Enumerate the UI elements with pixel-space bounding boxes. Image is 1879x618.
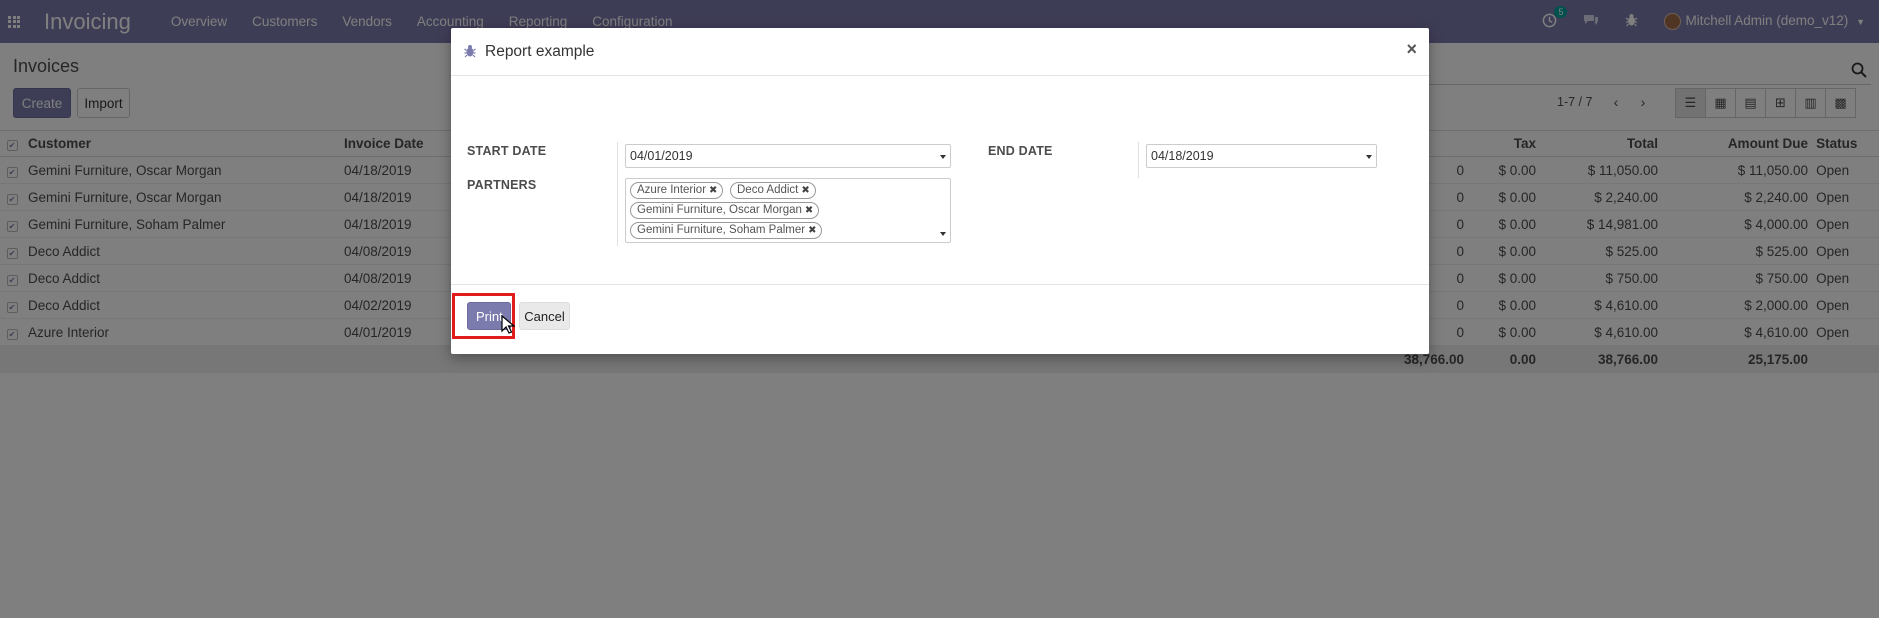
chevron-down-icon[interactable] [940, 155, 946, 159]
partner-tag-label: Azure Interior [637, 184, 707, 196]
partner-tag[interactable]: Azure Interior ✖ [630, 182, 724, 199]
partner-tag[interactable]: Deco Addict ✖ [730, 182, 816, 199]
remove-tag-icon[interactable]: ✖ [709, 185, 717, 196]
end-date-label: END DATE [988, 144, 1053, 158]
partner-tag[interactable]: Gemini Furniture, Soham Palmer ✖ [630, 222, 823, 239]
start-date-label: START DATE [467, 144, 547, 158]
dialog-title: Report example [485, 43, 595, 60]
partner-tag-label: Gemini Furniture, Soham Palmer [637, 224, 806, 236]
divider [617, 176, 618, 246]
remove-tag-icon[interactable]: ✖ [801, 185, 809, 196]
bug-icon [464, 45, 476, 58]
remove-tag-icon[interactable]: ✖ [805, 205, 813, 216]
partners-field[interactable]: Azure Interior ✖ Deco Addict ✖ Gemini Furn… [625, 178, 951, 243]
chevron-down-icon[interactable] [940, 232, 946, 236]
partner-tag[interactable]: Gemini Furniture, Oscar Morgan ✖ [630, 202, 820, 219]
start-date-value: 04/01/2019 [630, 149, 693, 163]
mouse-cursor-icon [501, 315, 515, 334]
end-date-value: 04/18/2019 [1151, 149, 1214, 163]
divider [1138, 142, 1139, 178]
cancel-button[interactable]: Cancel [519, 302, 570, 330]
divider [617, 142, 618, 178]
close-icon[interactable]: × [1406, 39, 1417, 60]
chevron-down-icon[interactable] [1366, 155, 1372, 159]
start-date-field[interactable]: 04/01/2019 [625, 144, 951, 168]
end-date-field[interactable]: 04/18/2019 [1146, 144, 1377, 168]
dialog-header: Report example × [451, 28, 1429, 76]
partner-tag-label: Deco Addict [737, 184, 799, 196]
report-dialog: Report example × START DATE 04/01/2019 E… [451, 28, 1429, 354]
dialog-footer [451, 284, 1429, 354]
remove-tag-icon[interactable]: ✖ [808, 225, 816, 236]
partner-tag-label: Gemini Furniture, Oscar Morgan [637, 204, 802, 216]
partners-label: PARTNERS [467, 178, 537, 192]
